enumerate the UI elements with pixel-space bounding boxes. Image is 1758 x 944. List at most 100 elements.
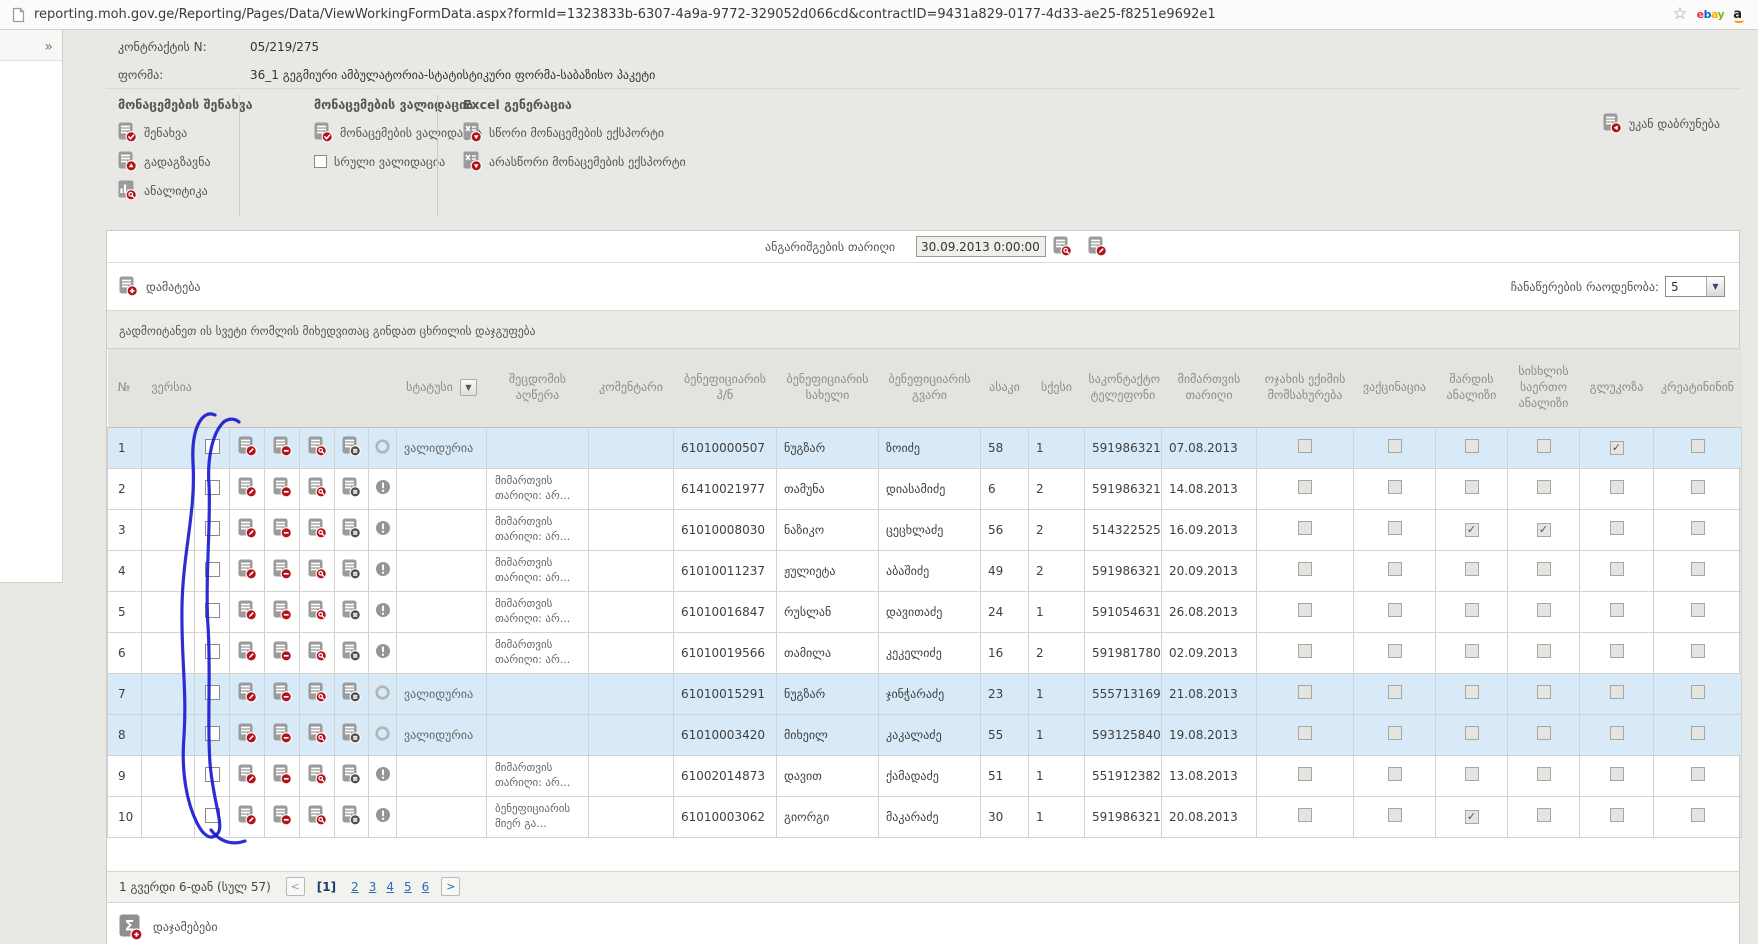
col-header-vaccination[interactable]: ვაქცინაცია <box>1354 349 1436 427</box>
row-select-checkbox[interactable] <box>205 480 220 495</box>
delete-row-button[interactable] <box>265 468 300 509</box>
report-date-input[interactable] <box>916 236 1046 257</box>
view-row-button[interactable] <box>300 509 335 550</box>
row-select-checkbox[interactable] <box>205 726 220 741</box>
add-record-button[interactable]: დამატება <box>119 276 201 297</box>
export-valid-button[interactable]: სწორი მონაცემების ექსპორტი <box>463 121 686 144</box>
beneficiary-pn: 61010019566 <box>674 632 777 673</box>
col-header-pn[interactable]: ბენეფიციარის პ/ნ <box>674 349 777 427</box>
view-row-button[interactable] <box>300 673 335 714</box>
records-count-select[interactable]: 5 ▼ <box>1665 276 1725 297</box>
row-details-button[interactable] <box>335 468 369 509</box>
col-header-visit-date[interactable]: მიმართვის თარიღი <box>1162 349 1257 427</box>
save-button[interactable]: შენახვა <box>118 121 253 144</box>
row-details-button[interactable] <box>335 632 369 673</box>
row-select-checkbox[interactable] <box>205 685 220 700</box>
delete-row-button[interactable] <box>265 796 300 837</box>
delete-row-button[interactable] <box>265 591 300 632</box>
col-header-family-doctor[interactable]: ოჯახის ექიმის მომსახურება <box>1257 349 1354 427</box>
delete-row-button[interactable] <box>265 550 300 591</box>
ebay-extension-icon[interactable]: ebay <box>1697 8 1725 21</box>
age-cell: 23 <box>981 673 1029 714</box>
row-select-checkbox[interactable] <box>205 521 220 536</box>
sidebar-expand-icon[interactable]: » <box>44 39 53 55</box>
row-details-button[interactable] <box>335 509 369 550</box>
view-row-button[interactable] <box>300 550 335 591</box>
col-header-last-name[interactable]: ბენეფიციარის გვარი <box>879 349 981 427</box>
col-header-blood[interactable]: სისხლის საერთო ანალიზი <box>1508 349 1580 427</box>
col-header-first-name[interactable]: ბენეფიციარის სახელი <box>777 349 879 427</box>
beneficiary-pn: 61410021977 <box>674 468 777 509</box>
next-page-button[interactable]: > <box>441 877 460 896</box>
edit-row-button[interactable] <box>230 714 265 755</box>
view-row-button[interactable] <box>300 755 335 796</box>
error-description: მიმართვის თარიღი: არ... <box>487 468 589 509</box>
col-header-glucose[interactable]: გლუკოზა <box>1580 349 1654 427</box>
delete-row-button[interactable] <box>265 632 300 673</box>
row-select-checkbox[interactable] <box>205 562 220 577</box>
row-select-checkbox[interactable] <box>205 644 220 659</box>
beneficiary-last-name: აბაშიძე <box>879 550 981 591</box>
col-header-num[interactable]: № <box>108 349 142 427</box>
delete-row-button[interactable] <box>265 714 300 755</box>
date-edit-button[interactable] <box>1088 236 1107 257</box>
row-details-button[interactable] <box>335 714 369 755</box>
edit-row-button[interactable] <box>230 427 265 468</box>
back-button[interactable]: უკან დაბრუნება <box>1603 113 1720 134</box>
row-select-checkbox[interactable] <box>205 767 220 782</box>
view-row-button[interactable] <box>300 427 335 468</box>
totals-button[interactable]: Σ დაჯამებები <box>107 914 1739 941</box>
blood-analysis-checkbox <box>1537 562 1551 576</box>
edit-row-button[interactable] <box>230 509 265 550</box>
row-details-button[interactable] <box>335 550 369 591</box>
delete-row-button[interactable] <box>265 755 300 796</box>
date-lookup-button[interactable] <box>1053 236 1072 257</box>
amazon-extension-icon[interactable]: a <box>1733 7 1746 22</box>
edit-row-button[interactable] <box>230 632 265 673</box>
row-details-button[interactable] <box>335 427 369 468</box>
edit-row-button[interactable] <box>230 796 265 837</box>
delete-row-button[interactable] <box>265 673 300 714</box>
view-row-button[interactable] <box>300 468 335 509</box>
edit-row-button[interactable] <box>230 755 265 796</box>
page-link[interactable]: 2 <box>351 880 359 894</box>
col-header-phone[interactable]: საკონტაქტო ტელეფონი <box>1085 349 1162 427</box>
view-row-button[interactable] <box>300 591 335 632</box>
bookmark-star-icon[interactable]: ☆ <box>1672 6 1687 23</box>
page-link[interactable]: 5 <box>404 880 412 894</box>
view-row-button[interactable] <box>300 714 335 755</box>
send-button[interactable]: გადაგზავნა <box>118 150 253 173</box>
page-link[interactable]: 4 <box>386 880 394 894</box>
url-text[interactable]: reporting.moh.gov.ge/Reporting/Pages/Dat… <box>34 7 1663 22</box>
page-link[interactable]: 6 <box>422 880 430 894</box>
edit-row-button[interactable] <box>230 673 265 714</box>
row-details-button[interactable] <box>335 591 369 632</box>
row-select-checkbox[interactable] <box>205 439 220 454</box>
delete-row-button[interactable] <box>265 427 300 468</box>
status-filter-button[interactable]: ▼ <box>460 379 477 396</box>
row-select-checkbox[interactable] <box>205 603 220 618</box>
col-header-sex[interactable]: სქესი <box>1029 349 1085 427</box>
row-details-button[interactable] <box>335 796 369 837</box>
col-header-comment[interactable]: კომენტარი <box>589 349 674 427</box>
row-select-checkbox[interactable] <box>205 808 220 823</box>
view-row-button[interactable] <box>300 632 335 673</box>
row-details-button[interactable] <box>335 755 369 796</box>
edit-row-button[interactable] <box>230 550 265 591</box>
col-header-age[interactable]: ასაკი <box>981 349 1029 427</box>
view-row-button[interactable] <box>300 796 335 837</box>
export-invalid-button[interactable]: არასწორი მონაცემების ექსპორტი <box>463 150 686 173</box>
col-header-error[interactable]: შეცდომის აღწერა <box>487 349 589 427</box>
col-header-status[interactable]: სტატუსი ▼ <box>397 349 487 427</box>
analytics-button[interactable]: ანალიტიკა <box>118 179 253 202</box>
edit-row-button[interactable] <box>230 591 265 632</box>
col-header-urine[interactable]: შარდის ანალიზი <box>1436 349 1508 427</box>
delete-row-button[interactable] <box>265 509 300 550</box>
col-header-version[interactable]: ვერსია <box>142 349 195 427</box>
row-details-button[interactable] <box>335 673 369 714</box>
col-header-creatinine[interactable]: კრეატინინინ <box>1654 349 1742 427</box>
page-link[interactable]: 3 <box>369 880 377 894</box>
full-validation-checkbox[interactable]: სრული ვალიდაცია <box>314 150 482 173</box>
edit-row-button[interactable] <box>230 468 265 509</box>
validate-button[interactable]: მონაცემების ვალიდაცია <box>314 121 482 144</box>
